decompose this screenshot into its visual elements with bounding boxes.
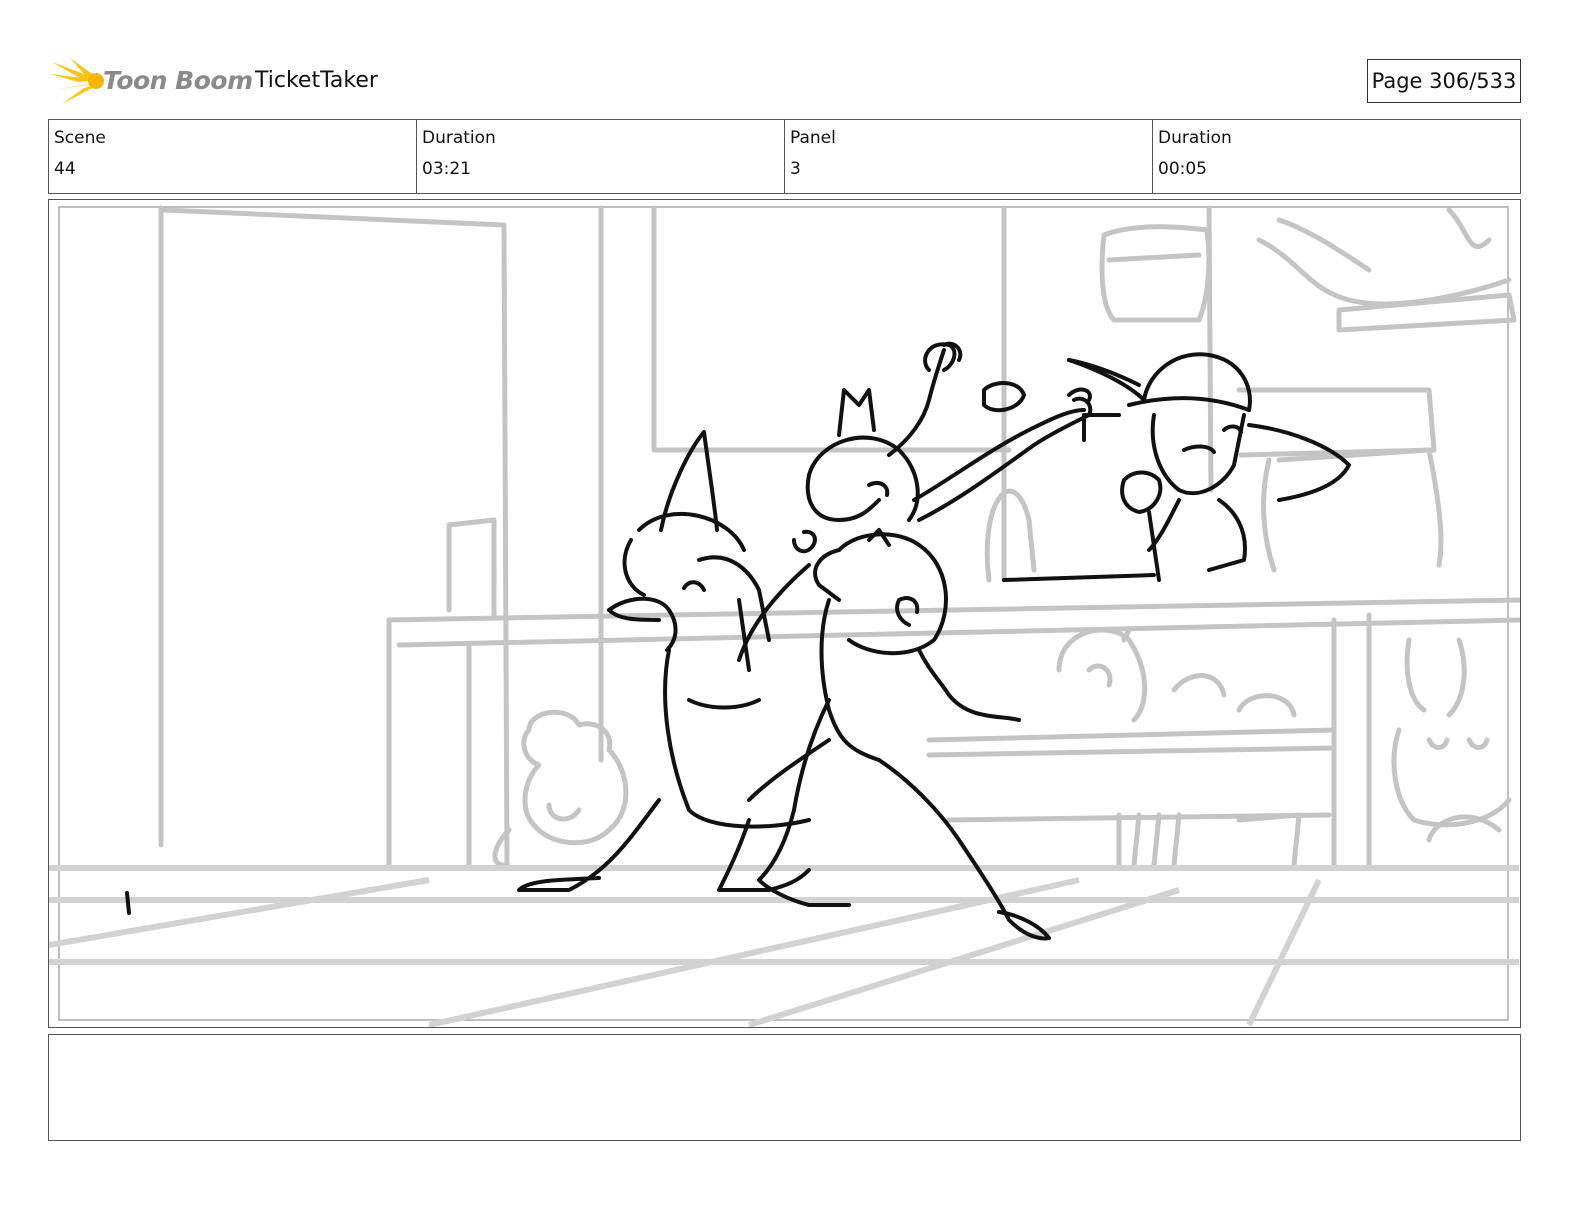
scene-duration-cell: Duration 03:21 [417, 120, 785, 193]
character-sketch [125, 341, 1351, 941]
scene-info-table: Scene 44 Duration 03:21 Panel 3 Duration… [48, 119, 1521, 194]
page-indicator: Page 306/533 [1367, 59, 1521, 103]
scene-label: Scene [54, 128, 106, 148]
scene-duration-label: Duration [422, 128, 496, 148]
scene-duration-value: 03:21 [422, 159, 471, 179]
panel-value: 3 [790, 159, 801, 179]
panel-duration-label: Duration [1158, 128, 1232, 148]
brand-name: Toon Boom [103, 66, 253, 95]
storyboard-panel [48, 199, 1521, 1028]
panel-duration-cell: Duration 00:05 [1153, 120, 1520, 193]
panel-sketch [49, 205, 1520, 1027]
floor-lines [49, 865, 1519, 1027]
project-title: TicketTaker [255, 68, 378, 93]
background-sketch [158, 205, 1520, 868]
panel-label: Panel [790, 128, 836, 148]
scene-value: 44 [54, 159, 76, 179]
panel-cell: Panel 3 [785, 120, 1153, 193]
scene-cell: Scene 44 [49, 120, 417, 193]
panel-duration-value: 00:05 [1158, 159, 1207, 179]
panel-notes [48, 1034, 1521, 1141]
